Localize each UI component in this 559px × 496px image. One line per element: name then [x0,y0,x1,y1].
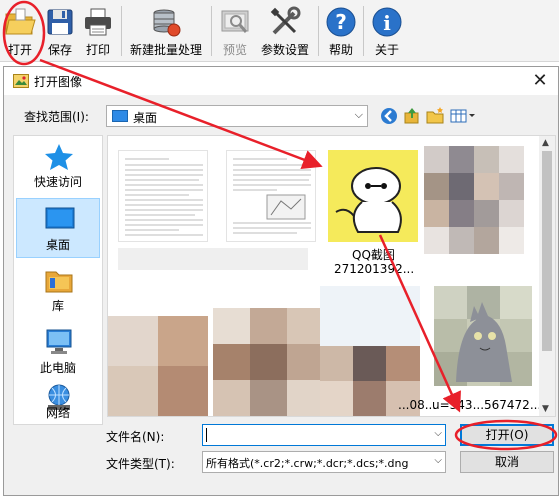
open-file-button[interactable]: 打开(O) [460,424,554,446]
chevron-down-icon: ⌵ [434,455,442,466]
text-caret [206,428,207,442]
chevron-down-icon: ⌵ [354,108,363,121]
pixelated-image-icon [108,316,208,416]
dialog-title: 打开图像 [34,75,83,89]
chevron-down-icon[interactable]: ⌵ [434,428,442,439]
place-network[interactable]: 网络 [16,384,100,424]
file-caption-line2: 271201392... [334,262,415,276]
preview-button[interactable]: 预览 [216,0,254,62]
file-thumbnail[interactable] [226,150,316,242]
printer-icon [85,8,111,36]
svg-text:?: ? [335,10,347,34]
place-libraries[interactable]: 库 [16,260,100,320]
close-icon[interactable]: ✕ [528,69,552,93]
folder-open-icon [5,8,36,35]
toolbar-separator [211,6,212,56]
look-in-dropdown[interactable]: 桌面 ⌵ [106,105,368,127]
cat-photo-icon [434,286,532,386]
help-button[interactable]: ? 帮助 [322,0,360,62]
toolbar-separator [363,6,364,56]
place-label: 网络 [45,406,70,420]
file-caption: u=343...567472... [432,398,542,412]
file-thumbnail[interactable] [118,150,208,242]
preview-icon [221,10,249,33]
vertical-scrollbar[interactable]: ▲ ▼ [539,136,555,416]
about-button-label: 关于 [374,43,399,57]
place-desktop[interactable]: 桌面 [16,198,100,258]
toolbar-separator [318,6,319,56]
info-icon: i [372,7,402,37]
help-icon: ? [326,7,356,37]
file-thumbnail-cat[interactable] [434,286,532,386]
places-bar: 快速访问 桌面 库 此电脑 网络 [13,135,103,425]
batch-database-icon [153,9,181,37]
file-type-select[interactable]: 所有格式(*.cr2;*.crw;*.dcr;*.dcs;*.dng ⌵ [202,451,446,473]
scrollbar-thumb[interactable] [542,151,552,351]
settings-button[interactable]: 参数设置 [258,0,312,62]
cartoon-character-icon [335,167,402,233]
place-quick-access[interactable]: 快速访问 [16,136,100,196]
place-this-pc[interactable]: 此电脑 [16,322,100,382]
open-button-label: 打开 [7,43,32,57]
image-app-icon [13,74,29,88]
toolbar-separator [121,6,122,56]
print-button-label: 打印 [85,43,110,57]
save-button[interactable]: 保存 [42,0,78,62]
help-button-label: 帮助 [328,43,353,57]
file-type-value: 所有格式(*.cr2;*.crw;*.dcr;*.dcs;*.dng [206,457,409,470]
document-page-icon [233,158,311,234]
up-folder-icon[interactable] [402,106,422,126]
svg-text:i: i [383,11,391,35]
computer-icon [46,329,72,354]
file-thumbnail-qq-screenshot[interactable] [328,150,418,242]
open-image-dialog: 打开图像 ✕ 查找范围(I): 桌面 ⌵ 快速访问 桌面 库 此电脑 网络 QQ… [3,66,559,496]
scroll-up-icon[interactable]: ▲ [542,138,549,148]
back-icon[interactable] [379,106,399,126]
settings-button-label: 参数设置 [260,43,309,57]
tools-icon [270,6,301,35]
pixelated-image-icon [213,308,323,416]
file-thumbnail-blurred[interactable] [424,146,524,254]
view-menu-icon[interactable] [449,106,477,126]
app-toolbar: 打开 保存 打印 新建批量处理 预览 参数设置 ? 帮助 i 关于 [0,0,559,62]
floppy-disk-icon [47,9,73,35]
new-folder-icon[interactable] [425,106,445,126]
look-in-label: 查找范围(I): [24,110,89,124]
file-name-label: 文件名(N): [106,430,165,444]
desktop-icon [45,207,75,229]
print-button[interactable]: 打印 [80,0,116,62]
document-page-icon [125,158,203,236]
preview-button-label: 预览 [222,43,247,57]
star-icon [45,144,73,170]
place-label: 快速访问 [33,175,82,189]
desktop-icon [112,110,128,122]
new-batch-button-label: 新建批量处理 [129,43,202,57]
file-caption: ...08... [398,398,437,412]
about-button[interactable]: i 关于 [368,0,406,62]
open-button[interactable]: 打开 [2,0,38,62]
library-icon [45,271,73,293]
pixelated-image-icon [424,146,524,254]
file-list-view[interactable]: QQ截图 271201392... ...08... u=343...56747… [107,135,556,417]
file-type-label: 文件类型(T): [106,457,175,471]
file-caption-blurred [118,248,308,270]
scroll-down-icon[interactable]: ▼ [542,404,549,414]
place-label: 库 [51,299,64,313]
file-thumbnail-blurred[interactable] [320,286,420,416]
look-in-value: 桌面 [133,111,158,125]
cancel-button[interactable]: 取消 [460,451,554,473]
file-name-input[interactable]: ⌵ [202,424,446,446]
file-caption: QQ截图 [352,248,395,262]
dialog-titlebar: 打开图像 ✕ [4,67,558,95]
file-thumbnail-blurred[interactable] [213,308,323,416]
place-label: 桌面 [45,238,70,252]
file-thumbnail-blurred[interactable] [108,316,208,416]
save-button-label: 保存 [47,43,72,57]
new-batch-button[interactable]: 新建批量处理 [126,0,206,62]
pixelated-image-icon [320,286,420,416]
place-label: 此电脑 [39,361,76,375]
